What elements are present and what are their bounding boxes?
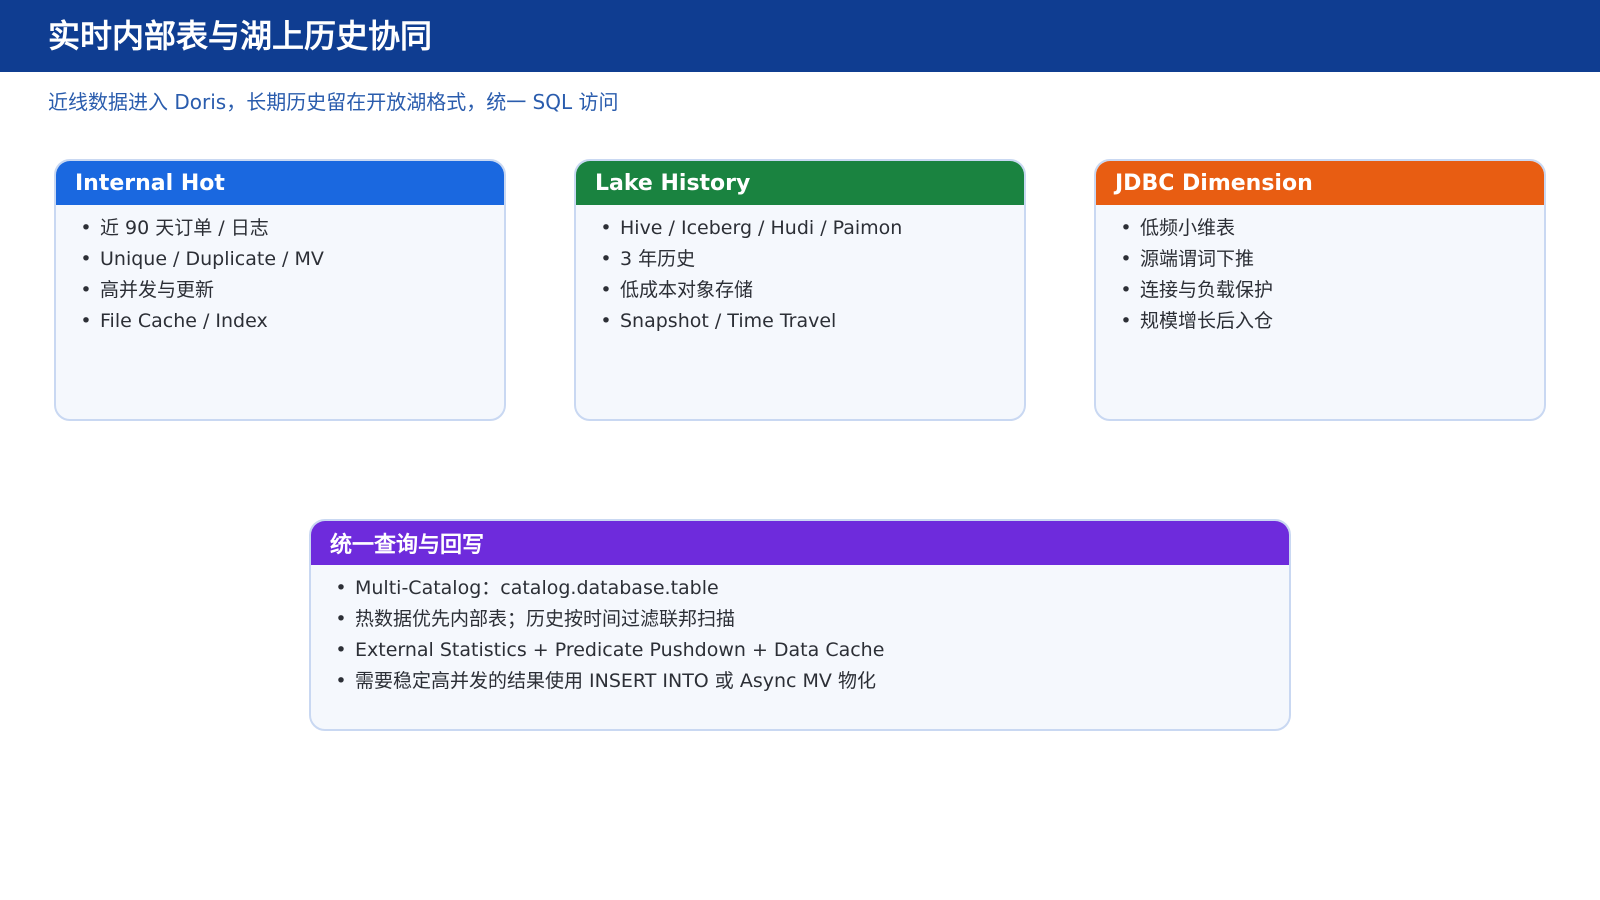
list-item: • Unique / Duplicate / MV <box>80 248 324 270</box>
bullet-icon: • <box>600 217 612 239</box>
card-list-lake-history: • Hive / Iceberg / Hudi / Paimon • 3 年历史 •… <box>576 205 1024 339</box>
list-item: • External Statistics + Predicate Pushdow… <box>335 639 885 661</box>
list-item: • 热数据优先内部表；历史按时间过滤联邦扫描 <box>335 608 736 630</box>
card-lake-history: Lake History • Hive / Iceberg / Hudi / Pa… <box>574 159 1026 421</box>
bullet-icon: • <box>1120 217 1132 239</box>
page-title: 实时内部表与湖上历史协同 <box>48 17 433 55</box>
list-item: • 3 年历史 <box>600 248 696 270</box>
list-item: • Hive / Iceberg / Hudi / Paimon <box>600 217 903 239</box>
card-header-jdbc-dimension: JDBC Dimension <box>1096 161 1544 205</box>
bullet-icon: • <box>80 217 92 239</box>
list-item: • 低成本对象存储 <box>600 279 754 301</box>
card-header-lake-history: Lake History <box>576 161 1024 205</box>
bullet-icon: • <box>335 639 347 661</box>
bullet-icon: • <box>335 608 347 630</box>
list-item: • 连接与负载保护 <box>1120 279 1274 301</box>
list-item: • 源端谓词下推 <box>1120 248 1255 270</box>
card-internal-hot: Internal Hot • 近 90 天订单 / 日志 • Unique / Du… <box>54 159 506 421</box>
list-item: • Snapshot / Time Travel <box>600 310 837 332</box>
bullet-icon: • <box>1120 248 1132 270</box>
bullet-icon: • <box>600 248 612 270</box>
list-item: • 高并发与更新 <box>80 279 215 301</box>
bullet-icon: • <box>1120 310 1132 332</box>
card-unified-query: 统一查询与回写 • Multi-Catalog：catalog.database.… <box>309 519 1291 731</box>
title-bar: 实时内部表与湖上历史协同 <box>0 0 1600 72</box>
bullet-icon: • <box>80 310 92 332</box>
card-jdbc-dimension: JDBC Dimension • 低频小维表 • 源端谓词下推 • 连接与负载保护 •… <box>1094 159 1546 421</box>
card-list-jdbc-dimension: • 低频小维表 • 源端谓词下推 • 连接与负载保护 • 规模增长后入仓 <box>1096 205 1544 339</box>
list-item: • 近 90 天订单 / 日志 <box>80 217 269 239</box>
bullet-icon: • <box>335 577 347 599</box>
card-list-unified-query: • Multi-Catalog：catalog.database.table • 热… <box>311 565 1289 699</box>
list-item: • File Cache / Index <box>80 310 268 332</box>
bullet-icon: • <box>600 279 612 301</box>
list-item: • 规模增长后入仓 <box>1120 310 1274 332</box>
list-item: • 低频小维表 <box>1120 217 1236 239</box>
list-item: • Multi-Catalog：catalog.database.table <box>335 577 719 599</box>
card-header-internal-hot: Internal Hot <box>56 161 504 205</box>
bullet-icon: • <box>80 248 92 270</box>
bullet-icon: • <box>335 670 347 692</box>
bullet-icon: • <box>1120 279 1132 301</box>
card-header-unified-query: 统一查询与回写 <box>311 521 1289 565</box>
card-list-internal-hot: • 近 90 天订单 / 日志 • Unique / Duplicate / MV … <box>56 205 504 339</box>
list-item: • 需要稳定高并发的结果使用 INSERT INTO 或 Async MV 物化 <box>335 670 876 692</box>
bullet-icon: • <box>80 279 92 301</box>
bullet-icon: • <box>600 310 612 332</box>
page-subtitle: 近线数据进入 Doris，长期历史留在开放湖格式，统一 SQL 访问 <box>48 90 619 114</box>
